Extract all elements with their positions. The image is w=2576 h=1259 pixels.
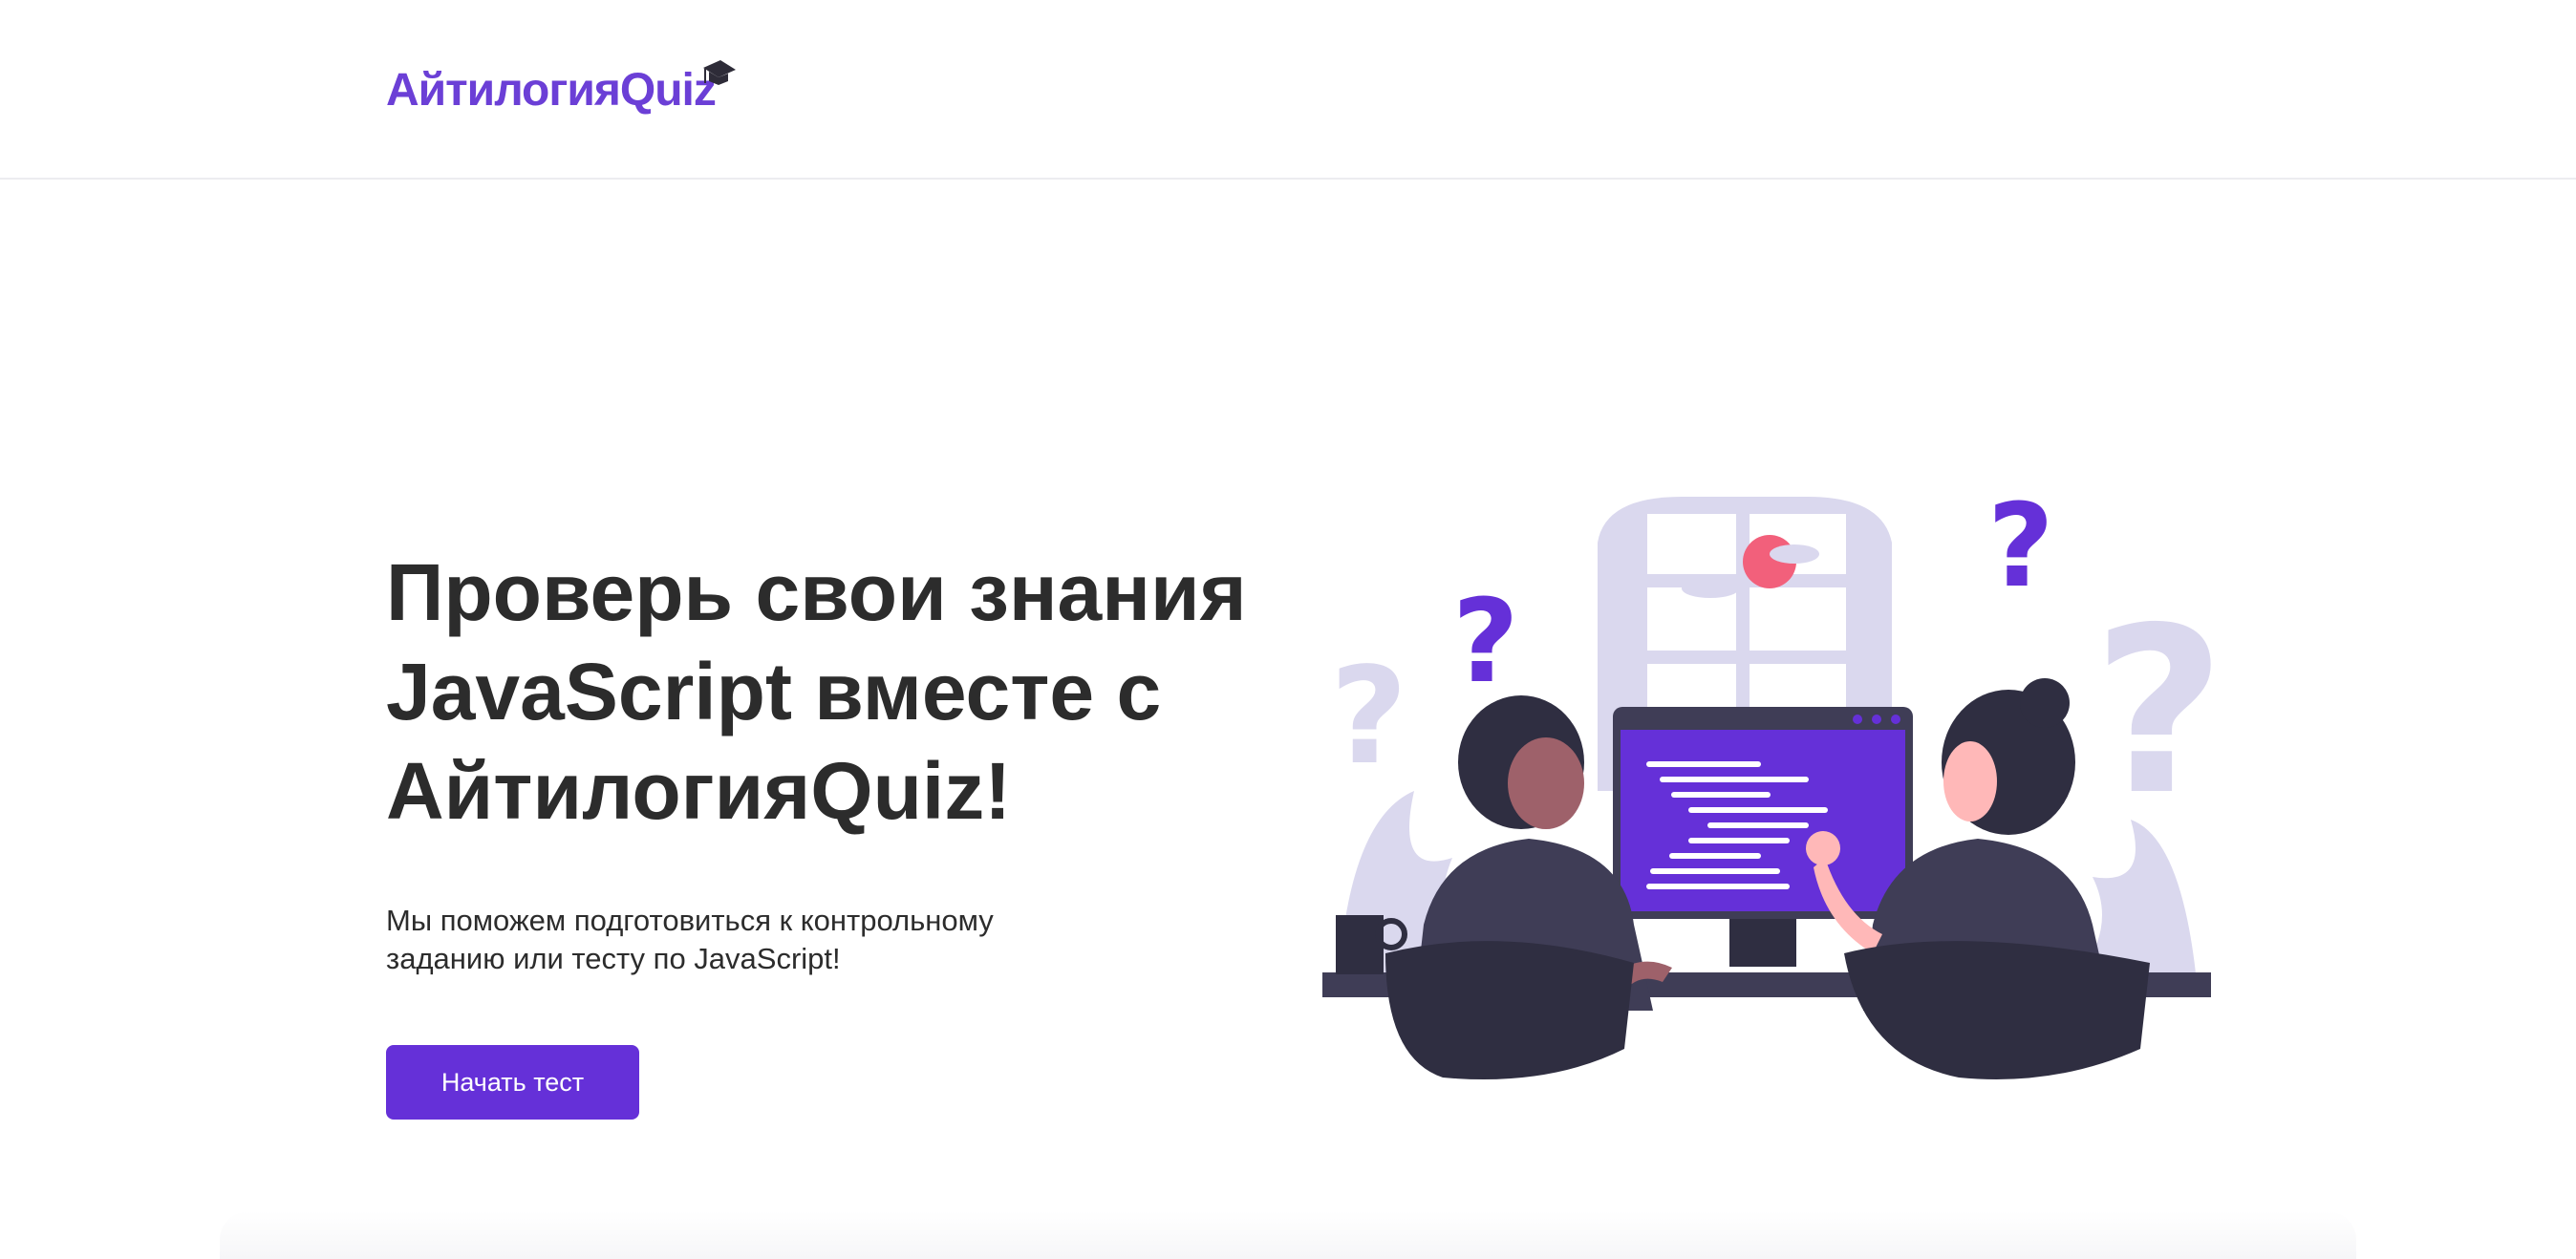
hero-title-line-2: JavaScript вместе с	[386, 647, 1162, 736]
logo-text: АйтилогияQuiz	[386, 65, 717, 116]
question-mark-icon: ?	[2093, 578, 2225, 845]
question-mark-icon: ?	[1452, 576, 1519, 709]
hero-title-line-1: Проверь свои знания	[386, 547, 1247, 637]
hero-subtitle-line-2: заданию или тесту по JavaScript!	[386, 942, 841, 975]
logo-link[interactable]: АйтилогияQuiz	[386, 53, 736, 119]
start-test-button[interactable]: Начать тест	[386, 1045, 639, 1120]
question-mark-icon: ?	[1987, 480, 2054, 613]
hero-title-line-3: АйтилогияQuiz!	[386, 746, 1012, 836]
graduation-cap-icon	[703, 60, 736, 85]
section-divider	[220, 1211, 2356, 1259]
developers-illustration: ? ? ? ?	[1322, 480, 2225, 1079]
site-header: АйтилогияQuiz	[0, 0, 2576, 180]
hero-subtitle-line-1: Мы поможем подготовиться к контрольному	[386, 904, 994, 937]
hero-subtitle: Мы поможем подготовиться к контрольному …	[386, 902, 1112, 978]
question-mark-icon: ?	[1330, 639, 1407, 795]
hero-title: Проверь свои знания JavaScript вместе с …	[386, 543, 1303, 841]
